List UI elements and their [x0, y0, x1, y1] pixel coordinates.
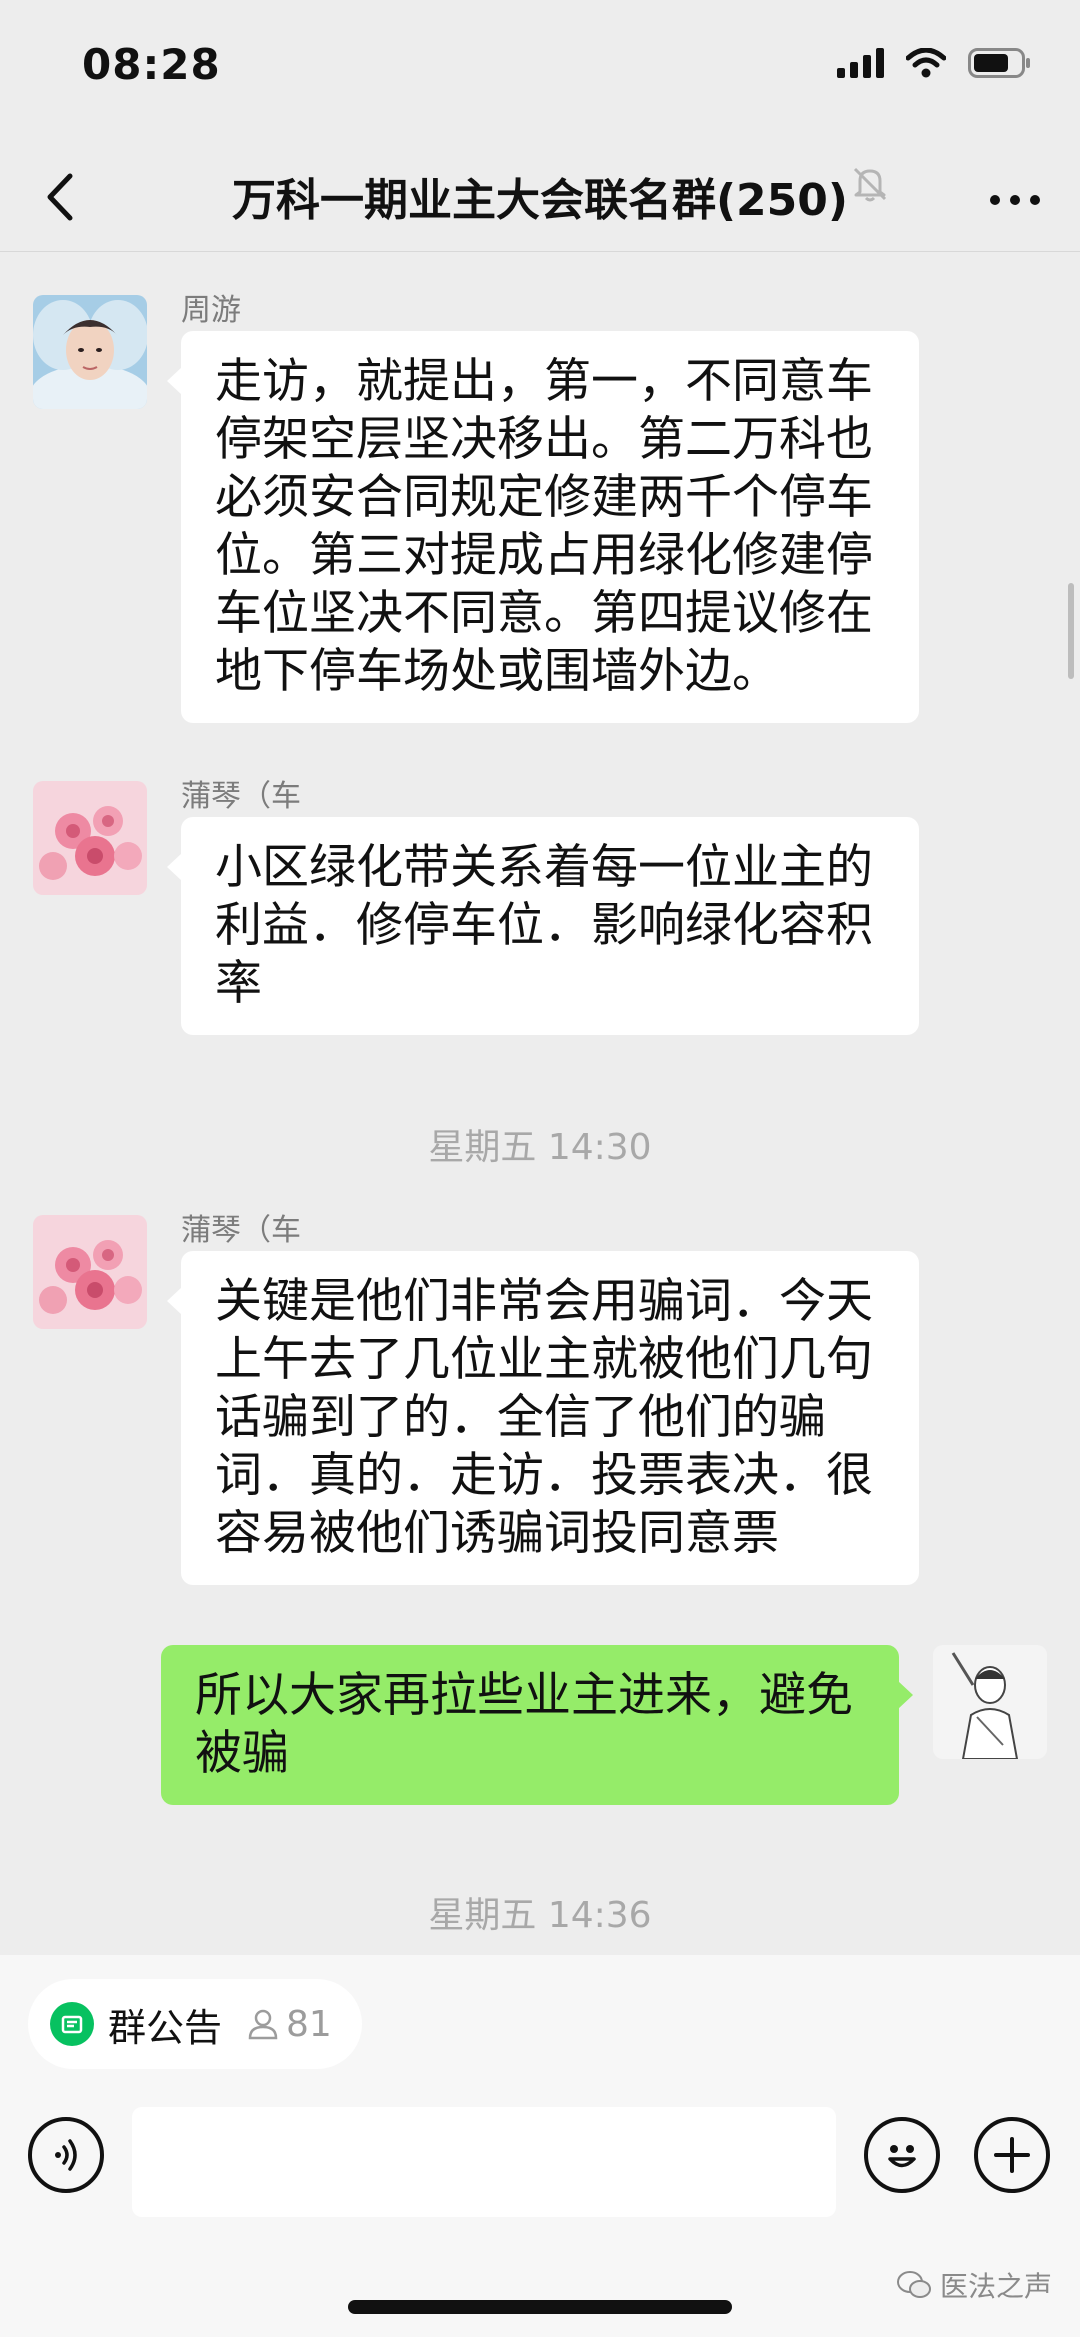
- wechat-logo-icon: [896, 2271, 931, 2298]
- message-bubble[interactable]: 小区绿化带关系着每一位业主的利益．修停车位．影响绿化容积率: [167, 817, 919, 1035]
- emoji-button[interactable]: [864, 2117, 940, 2193]
- input-row: [0, 2105, 1080, 2235]
- self-avatar[interactable]: [933, 1645, 1047, 1759]
- plus-icon: [994, 2137, 1030, 2173]
- self-message-bubble[interactable]: 所以大家再拉些业主进来，避免被骗: [161, 1645, 913, 1805]
- timestamp: 星期五 14:30: [428, 1127, 652, 1168]
- signal-icon: [837, 48, 884, 78]
- nav-bar: 万科一期业主大会联名群(250): [0, 140, 1080, 252]
- announcement-icon: [50, 2002, 94, 2046]
- voice-icon: [55, 2139, 77, 2171]
- more-options-button[interactable]: [980, 170, 1050, 230]
- timestamp: 星期五 14:36: [428, 1895, 652, 1936]
- message-bubble[interactable]: 关键是他们非常会用骗词．今天上午去了几位业主就被他们几句话骗到了的．全信了他们的…: [167, 1251, 919, 1585]
- watermark-text: 医法之声: [939, 2270, 1052, 2303]
- status-bar: 08:28: [0, 0, 1080, 140]
- member-count: 81: [246, 2004, 332, 2045]
- message-bubble[interactable]: 走访，就提出，第一，不同意车停架空层坚决移出。第二万科也必须安合同规定修建两千个…: [167, 331, 919, 723]
- dot-icon: [1010, 195, 1020, 205]
- message-input[interactable]: [132, 2107, 836, 2217]
- status-icons: [837, 48, 1032, 78]
- chat-title: 万科一期业主大会联名群(250): [231, 175, 849, 226]
- voice-button[interactable]: [28, 2117, 104, 2193]
- dot-icon: [990, 195, 1000, 205]
- avatar[interactable]: [33, 1215, 147, 1329]
- sender-name: 周游: [181, 293, 241, 328]
- sender-name: 蒲琴（车: [181, 779, 301, 814]
- mute-bell-icon: [850, 164, 890, 208]
- status-time: 08:28: [82, 40, 221, 89]
- more-functions-button[interactable]: [974, 2117, 1050, 2193]
- smiley-icon: [888, 2145, 916, 2168]
- person-icon: [248, 2009, 278, 2040]
- chat-area[interactable]: 周游 走访，就提出，第一，不同意车停架空层坚决移出。第二万科也必须安合同规定修建…: [0, 253, 1080, 1953]
- avatar[interactable]: [33, 781, 147, 895]
- member-count-value: 81: [286, 2003, 332, 2045]
- group-notice-button[interactable]: 群公告 81: [28, 1979, 362, 2069]
- notice-label: 群公告: [108, 2005, 223, 2050]
- wifi-icon: [906, 48, 946, 78]
- watermark: 医法之声: [896, 2265, 1052, 2305]
- avatar[interactable]: [33, 295, 147, 409]
- scrollbar[interactable]: [1068, 583, 1074, 679]
- dot-icon: [1030, 195, 1040, 205]
- sender-name: 蒲琴（车: [181, 1213, 301, 1248]
- home-indicator[interactable]: [348, 2300, 732, 2314]
- battery-icon: [968, 48, 1032, 78]
